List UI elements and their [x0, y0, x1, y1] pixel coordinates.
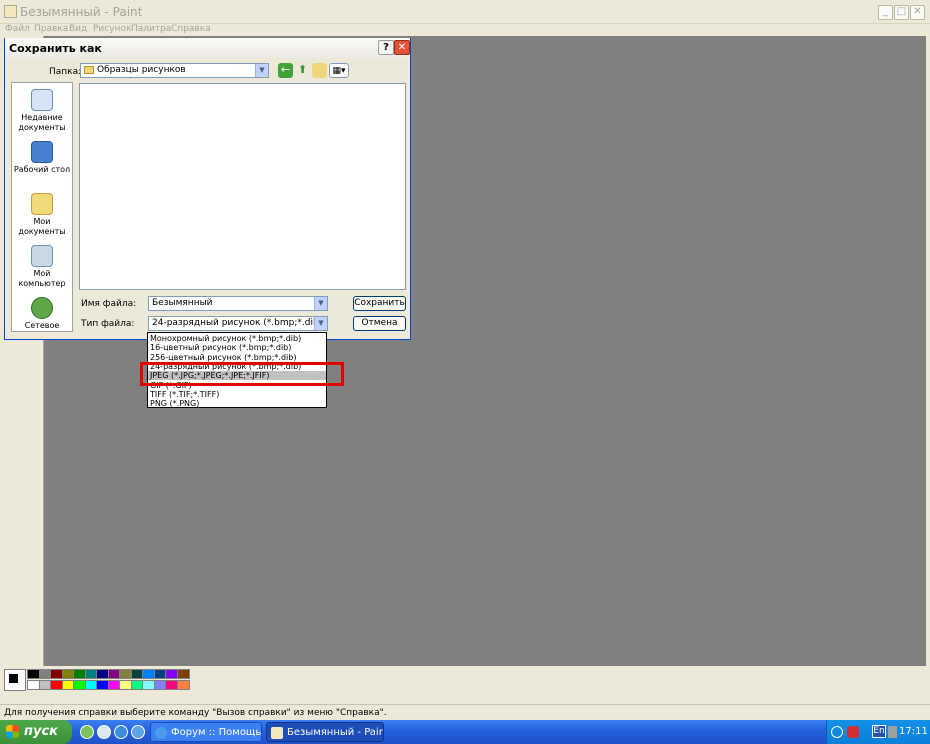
menu-palette[interactable]: Палитра	[131, 24, 171, 34]
places-bar: Недавние документы Рабочий стол Мои доку…	[11, 82, 73, 332]
help-button[interactable]: ?	[378, 40, 394, 55]
place-network-label: Сетевое	[24, 321, 60, 330]
recent-documents-icon	[31, 89, 53, 111]
foreground-color	[8, 673, 19, 684]
status-bar: Для получения справки выберите команду "…	[0, 704, 930, 720]
chevron-down-icon[interactable]: ▼	[314, 317, 327, 330]
filename-label: Имя файла:	[81, 299, 137, 309]
start-label: пуск	[24, 724, 58, 739]
chevron-down-icon[interactable]: ▼	[314, 297, 327, 310]
filetype-select[interactable]: 24-разрядный рисунок (*.bmp;*.dib) ▼	[148, 316, 328, 331]
tray-expand-icon[interactable]	[831, 726, 843, 738]
quicklaunch-outlook-icon[interactable]	[131, 725, 145, 739]
window-close-button[interactable]: ✕	[910, 5, 925, 20]
my-computer-icon	[31, 245, 53, 267]
place-network[interactable]: Сетевое	[12, 297, 72, 331]
browser-icon	[155, 727, 167, 739]
paint-icon	[271, 727, 283, 739]
dialog-title-bar: Сохранить как ? ✕	[5, 38, 410, 58]
system-tray: En 17:11	[826, 720, 930, 744]
filetype-option[interactable]: 256-цветный рисунок (*.bmp;*.dib)	[148, 353, 326, 362]
task-paint-label: Безымянный - Paint	[287, 727, 384, 738]
menu-help[interactable]: Справка	[171, 24, 211, 34]
save-as-dialog: Сохранить как ? ✕ Папка: Образцы рисунко…	[4, 38, 411, 340]
filetype-option[interactable]: PNG (*.PNG)	[148, 399, 326, 408]
right-border	[926, 36, 930, 666]
up-folder-icon[interactable]: ⬆	[295, 63, 310, 78]
annotation-highlight-box	[140, 362, 344, 386]
new-folder-icon[interactable]	[312, 63, 327, 78]
dialog-close-button[interactable]: ✕	[394, 40, 410, 55]
taskbar: пуск Форум :: Помощь :: ... Безымянный -…	[0, 720, 930, 744]
my-documents-icon	[31, 193, 53, 215]
desktop-icon	[31, 141, 53, 163]
tray-volume-icon[interactable]	[888, 726, 897, 738]
minimize-button[interactable]: _	[878, 5, 893, 20]
maximize-button[interactable]: □	[894, 5, 909, 20]
folder-value: Образцы рисунков	[97, 65, 186, 75]
paint-app-icon	[4, 5, 17, 18]
app-title: Безымянный - Paint	[20, 5, 143, 19]
filetype-option[interactable]: TIFF (*.TIF;*.TIFF)	[148, 390, 326, 399]
app-title-bar: Безымянный - Paint _ □ ✕	[0, 0, 930, 24]
filename-value: Безымянный	[152, 298, 213, 308]
place-my-documents[interactable]: Мои документы	[12, 193, 72, 237]
quicklaunch-ie-icon[interactable]	[114, 725, 128, 739]
back-icon[interactable]: ←	[278, 63, 293, 78]
task-paint[interactable]: Безымянный - Paint	[266, 722, 384, 742]
network-globe-icon	[31, 297, 53, 319]
cancel-button[interactable]: Отмена	[353, 316, 406, 331]
place-my-computer-label: Мой компьютер	[18, 269, 66, 288]
place-desktop[interactable]: Рабочий стол	[12, 141, 72, 175]
place-desktop-label: Рабочий стол	[13, 165, 71, 174]
folder-icon	[84, 66, 94, 74]
status-text: Для получения справки выберите команду "…	[4, 708, 387, 718]
start-button[interactable]: пуск	[0, 720, 72, 744]
menu-file[interactable]: Файл	[5, 24, 30, 34]
task-forum[interactable]: Форум :: Помощь :: ...	[150, 722, 262, 742]
menu-image[interactable]: Рисунок	[93, 24, 131, 34]
place-my-computer[interactable]: Мой компьютер	[12, 245, 72, 289]
chevron-down-icon[interactable]: ▼	[255, 64, 268, 77]
tray-security-icon[interactable]	[847, 726, 859, 738]
place-recent-label: Недавние документы	[18, 113, 66, 132]
folder-select[interactable]: Образцы рисунков ▼	[80, 63, 269, 78]
place-my-documents-label: Мои документы	[18, 217, 66, 236]
view-menu-icon[interactable]: ▦▾	[329, 63, 349, 78]
save-button[interactable]: Сохранить	[353, 296, 406, 311]
task-forum-label: Форум :: Помощь :: ...	[171, 727, 262, 738]
folder-label: Папка:	[49, 67, 82, 77]
file-list[interactable]	[79, 83, 406, 290]
place-recent[interactable]: Недавние документы	[12, 89, 72, 133]
clock: 17:11	[899, 726, 928, 737]
language-indicator[interactable]: En	[872, 725, 886, 738]
filename-input[interactable]: Безымянный ▼	[148, 296, 328, 311]
current-colors[interactable]	[4, 669, 26, 691]
menu-bar: Файл Правка Вид Рисунок Палитра Справка	[0, 24, 930, 36]
filetype-label: Тип файла:	[81, 319, 135, 329]
menu-edit[interactable]: Правка	[34, 24, 68, 34]
filetype-option[interactable]: 16-цветный рисунок (*.bmp;*.dib)	[148, 343, 326, 352]
filetype-value: 24-разрядный рисунок (*.bmp;*.dib)	[152, 318, 323, 328]
menu-view[interactable]: Вид	[69, 24, 87, 34]
windows-logo-icon	[6, 725, 19, 738]
palette-swatch[interactable]	[176, 680, 190, 690]
dialog-title: Сохранить как	[9, 42, 102, 55]
quicklaunch-media-icon[interactable]	[80, 725, 94, 739]
quicklaunch-show-desktop-icon[interactable]	[97, 725, 111, 739]
palette-swatch[interactable]	[176, 669, 190, 679]
filetype-option[interactable]: Монохромный рисунок (*.bmp;*.dib)	[148, 334, 326, 343]
